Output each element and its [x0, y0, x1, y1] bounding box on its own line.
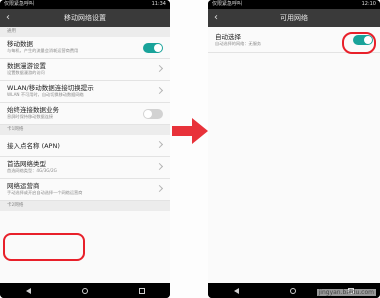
clock: 12:10 — [361, 1, 376, 7]
section-header-general: 通用 — [0, 27, 170, 37]
watermark: jingyan.baidu.com — [316, 289, 376, 296]
row-subtitle: 手动选择或开启自动选择一个网络运营商 — [7, 190, 83, 195]
network-operator-row[interactable]: 网络运营商 手动选择或开启自动选择一个网络运营商 — [0, 179, 170, 201]
row-title: 数据漫游设置 — [7, 62, 46, 70]
toggle-knob — [154, 44, 162, 52]
always-on-data-row[interactable]: 始终连接数据业务 息屏时保持移动数据连接 — [0, 103, 170, 125]
back-arrow-icon[interactable]: ‹ — [6, 9, 10, 27]
always-on-data-toggle[interactable] — [143, 109, 163, 119]
nav-home-icon[interactable] — [81, 287, 88, 294]
page-title: 可用网络 — [280, 14, 308, 22]
right-phone-screen: 仅限紧急呼叫 12:10 ‹ 可用网络 自动选择 自动选择的网络：无服务 jin… — [208, 0, 380, 298]
nav-bar — [0, 283, 170, 298]
auto-select-row[interactable]: 自动选择 自动选择的网络：无服务 — [208, 27, 380, 53]
row-subtitle: 与每机，产生的流量会消耗运营商费用 — [7, 48, 79, 53]
nav-back-icon[interactable] — [233, 287, 239, 294]
left-phone-screen: 仅限紧急呼叫 11:34 ‹ 移动网络设置 通用 移动数据 与每机，产生的流量会… — [0, 0, 170, 298]
status-bar: 仅限紧急呼叫 12:10 — [208, 0, 380, 9]
right-arrow-icon — [172, 118, 208, 144]
toggle-knob — [144, 110, 152, 118]
network-list: 自动选择 自动选择的网络：无服务 — [208, 27, 380, 283]
section-header-sim2: 卡2网络 — [0, 201, 170, 211]
back-arrow-icon[interactable]: ‹ — [214, 9, 218, 27]
row-title: 自动选择 — [215, 33, 241, 41]
row-title: 接入点名称 (APN) — [7, 142, 60, 150]
toggle-knob — [364, 36, 372, 44]
preferred-network-row[interactable]: 首选网络类型 首选网络类型：4G/3G/2G — [0, 157, 170, 179]
apn-row[interactable]: 接入点名称 (APN) — [0, 135, 170, 157]
mobile-data-row[interactable]: 移动数据 与每机，产生的流量会消耗运营商费用 — [0, 37, 170, 59]
title-bar: ‹ 移动网络设置 — [0, 9, 170, 27]
row-title: 移动数据 — [7, 40, 33, 48]
row-subtitle: 设置数据漫游的访问 — [7, 70, 45, 75]
carrier-text: 仅限紧急呼叫 — [4, 1, 35, 7]
row-subtitle: 自动选择的网络：无服务 — [215, 41, 262, 46]
section-header-sim1: 卡1网络 — [0, 125, 170, 135]
row-title: 始终连接数据业务 — [7, 106, 59, 114]
row-title: 首选网络类型 — [7, 160, 46, 168]
mobile-data-toggle[interactable] — [143, 43, 163, 53]
title-bar: ‹ 可用网络 — [208, 9, 380, 27]
row-subtitle: 息屏时保持移动数据连接 — [7, 114, 54, 119]
nav-home-icon[interactable] — [290, 287, 297, 294]
settings-list: 通用 移动数据 与每机，产生的流量会消耗运营商费用 数据漫游设置 设置数据漫游的… — [0, 27, 170, 283]
status-bar: 仅限紧急呼叫 11:34 — [0, 0, 170, 9]
row-subtitle: 首选网络类型：4G/3G/2G — [7, 168, 57, 173]
row-title: 网络运营商 — [7, 182, 40, 190]
row-subtitle: WLAN 不可用时，自动切换移动数据网络 — [7, 92, 84, 97]
wlan-switch-row[interactable]: WLAN/移动数据连接切换提示 WLAN 不可用时，自动切换移动数据网络 — [0, 81, 170, 103]
nav-recent-icon[interactable] — [138, 287, 145, 294]
auto-select-toggle[interactable] — [353, 35, 373, 45]
nav-back-icon[interactable] — [25, 287, 31, 294]
row-title: WLAN/移动数据连接切换提示 — [7, 84, 94, 92]
carrier-text: 仅限紧急呼叫 — [212, 1, 243, 7]
page-title: 移动网络设置 — [64, 14, 106, 22]
data-roaming-row[interactable]: 数据漫游设置 设置数据漫游的访问 — [0, 59, 170, 81]
stage: 仅限紧急呼叫 11:34 ‹ 移动网络设置 通用 移动数据 与每机，产生的流量会… — [0, 0, 380, 298]
clock: 11:34 — [151, 1, 166, 7]
